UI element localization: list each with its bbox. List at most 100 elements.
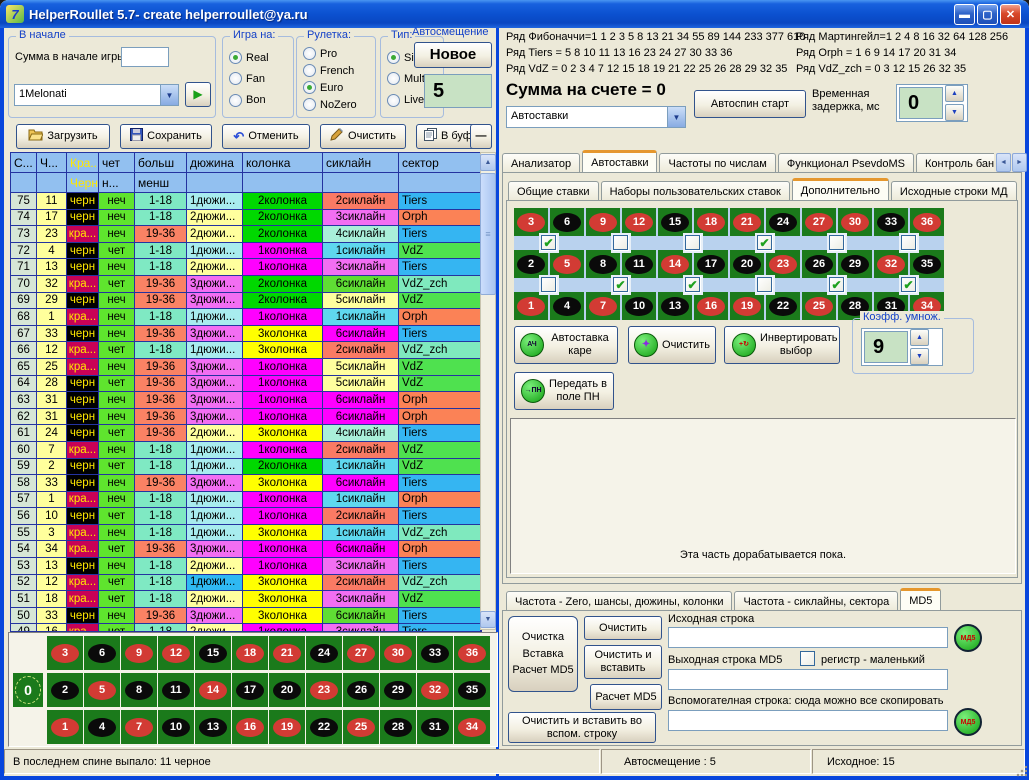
cell-sector[interactable]: Tiers bbox=[399, 624, 481, 631]
cell-column[interactable]: 3колонка bbox=[243, 475, 323, 492]
board-cell-21[interactable]: 21 bbox=[269, 636, 305, 670]
cell-spin[interactable]: 51 bbox=[11, 591, 37, 608]
md5-clear-paste-button[interactable]: Очистить и вставить bbox=[584, 645, 662, 679]
board-cell-23[interactable]: 23 bbox=[306, 673, 342, 707]
board-cell-0[interactable]: 0 bbox=[13, 673, 43, 707]
tab-5[interactable]: Контроль банкрол bbox=[916, 153, 994, 173]
cell-dozen[interactable]: 3дюжи... bbox=[187, 293, 243, 310]
checkbox-icon[interactable] bbox=[541, 277, 556, 292]
cell-number[interactable]: 2 bbox=[37, 459, 67, 476]
cell-number[interactable]: 24 bbox=[37, 425, 67, 442]
cell-sector[interactable]: VdZ bbox=[399, 591, 481, 608]
cell-parity[interactable]: неч bbox=[99, 392, 135, 409]
cell-spin[interactable]: 59 bbox=[11, 459, 37, 476]
cell-color[interactable]: кра... bbox=[67, 226, 99, 243]
cell-number[interactable]: 13 bbox=[37, 259, 67, 276]
cell-range[interactable]: 1-18 bbox=[135, 492, 187, 509]
cell-number[interactable]: 1 bbox=[37, 492, 67, 509]
radio-icon[interactable] bbox=[303, 81, 316, 94]
table-row[interactable]: 7323кра...неч19-362дюжи...2колонка4сикла… bbox=[11, 226, 481, 243]
md5-aux-icon-button[interactable]: МД5 bbox=[954, 708, 982, 736]
board-cell-10[interactable]: 10 bbox=[158, 710, 194, 744]
cell-dozen[interactable]: 2дюжи... bbox=[187, 210, 243, 227]
cell-number[interactable]: 23 bbox=[37, 226, 67, 243]
cell-parity[interactable]: неч bbox=[99, 442, 135, 459]
cell-color[interactable]: кра... bbox=[67, 591, 99, 608]
table-row[interactable]: 571кра...неч1-181дюжи...1колонка1сиклайн… bbox=[11, 492, 481, 509]
cell-sixline[interactable]: 2сиклайн bbox=[323, 193, 399, 210]
table-row[interactable]: 7032кра...чет19-363дюжи...2колонка6сикла… bbox=[11, 276, 481, 293]
cell-spin[interactable]: 74 bbox=[11, 210, 37, 227]
cell-parity[interactable]: неч bbox=[99, 492, 135, 509]
cell-parity[interactable]: неч bbox=[99, 210, 135, 227]
cell-dozen[interactable]: 2дюжи... bbox=[187, 259, 243, 276]
corner-bet-checkbox[interactable]: ✔ bbox=[541, 235, 557, 251]
board-cell-33[interactable]: 33 bbox=[417, 636, 453, 670]
tab-3[interactable]: MD5 bbox=[900, 588, 941, 611]
board-cell-7[interactable]: 7 bbox=[121, 710, 157, 744]
cell-dozen[interactable]: 1дюжи... bbox=[187, 459, 243, 476]
bet-cell-16[interactable]: 16 bbox=[694, 292, 728, 320]
md5-paste-aux-button[interactable]: Очистить и вставить во вспом. строку bbox=[508, 712, 656, 743]
cell-sector[interactable]: Tiers bbox=[399, 608, 481, 625]
chevron-down-icon[interactable]: ▼ bbox=[160, 85, 178, 105]
cell-range[interactable]: 1-18 bbox=[135, 342, 187, 359]
cell-sector[interactable]: Orph bbox=[399, 309, 481, 326]
cell-range[interactable]: 19-36 bbox=[135, 326, 187, 343]
cell-color[interactable]: кра... bbox=[67, 525, 99, 542]
tab-3[interactable]: Частоты по числам bbox=[659, 153, 775, 173]
cell-range[interactable]: 19-36 bbox=[135, 541, 187, 558]
cell-column[interactable]: 2колонка bbox=[243, 293, 323, 310]
table-row[interactable]: 724чернчет1-181дюжи...1колонка1сиклайнVd… bbox=[11, 243, 481, 260]
cell-dozen[interactable]: 3дюжи... bbox=[187, 326, 243, 343]
radio-icon[interactable] bbox=[387, 72, 400, 85]
cell-color[interactable]: черн bbox=[67, 193, 99, 210]
board-cell-30[interactable]: 30 bbox=[380, 636, 416, 670]
table-row[interactable]: 592чернчет1-181дюжи...2колонка1сиклайнVd… bbox=[11, 459, 481, 476]
cell-range[interactable]: 1-18 bbox=[135, 525, 187, 542]
board-cell-1[interactable]: 1 bbox=[47, 710, 83, 744]
table-row[interactable]: 6733черннеч19-363дюжи...3колонка6сиклайн… bbox=[11, 326, 481, 343]
cell-dozen[interactable]: 1дюжи... bbox=[187, 575, 243, 592]
cell-sixline[interactable]: 1сиклайн bbox=[323, 243, 399, 260]
clear-button[interactable]: Очистить bbox=[320, 124, 406, 149]
bet-cell-7[interactable]: 7 bbox=[586, 292, 620, 320]
cell-number[interactable]: 16 bbox=[37, 624, 67, 631]
bet-cell-11[interactable]: 11 bbox=[622, 250, 656, 278]
checkbox-icon[interactable]: ✔ bbox=[829, 277, 844, 292]
cell-range[interactable]: 19-36 bbox=[135, 276, 187, 293]
cell-number[interactable]: 33 bbox=[37, 475, 67, 492]
cell-sector[interactable]: VdZ_zch bbox=[399, 276, 481, 293]
bet-cell-21[interactable]: 21 bbox=[730, 208, 764, 236]
tab-1[interactable]: Частота - Zero, шансы, дюжины, колонки bbox=[506, 591, 732, 611]
cell-color[interactable]: кра... bbox=[67, 492, 99, 509]
cell-sixline[interactable]: 2сиклайн bbox=[323, 575, 399, 592]
bet-cell-6[interactable]: 6 bbox=[550, 208, 584, 236]
cell-number[interactable]: 3 bbox=[37, 525, 67, 542]
cell-sector[interactable]: Orph bbox=[399, 541, 481, 558]
checkbox-icon[interactable]: ✔ bbox=[541, 235, 556, 250]
tab-2[interactable]: Наборы пользовательских ставок bbox=[601, 181, 790, 201]
cell-spin[interactable]: 61 bbox=[11, 425, 37, 442]
cell-range[interactable]: 19-36 bbox=[135, 608, 187, 625]
cell-sixline[interactable]: 2сиклайн bbox=[323, 508, 399, 525]
cell-parity[interactable]: неч bbox=[99, 326, 135, 343]
cell-range[interactable]: 1-18 bbox=[135, 210, 187, 227]
cell-parity[interactable]: неч bbox=[99, 409, 135, 426]
cell-range[interactable]: 1-18 bbox=[135, 558, 187, 575]
register-checkbox[interactable] bbox=[800, 651, 815, 666]
bet-cell-23[interactable]: 23 bbox=[766, 250, 800, 278]
cell-number[interactable]: 33 bbox=[37, 326, 67, 343]
cell-sector[interactable]: Tiers bbox=[399, 425, 481, 442]
radio-option-french[interactable]: French bbox=[303, 64, 373, 77]
radio-icon[interactable] bbox=[303, 64, 316, 77]
bet-cell-9[interactable]: 9 bbox=[586, 208, 620, 236]
cell-color[interactable]: черн bbox=[67, 210, 99, 227]
cell-sector[interactable]: VdZ bbox=[399, 459, 481, 476]
cell-sixline[interactable]: 5сиклайн bbox=[323, 359, 399, 376]
tab-2[interactable]: Частота - сиклайны, сектора bbox=[734, 591, 898, 611]
cell-range[interactable]: 19-36 bbox=[135, 226, 187, 243]
cell-spin[interactable]: 58 bbox=[11, 475, 37, 492]
bet-cell-1[interactable]: 1 bbox=[514, 292, 548, 320]
spin-up-icon[interactable]: ▲ bbox=[945, 85, 964, 102]
